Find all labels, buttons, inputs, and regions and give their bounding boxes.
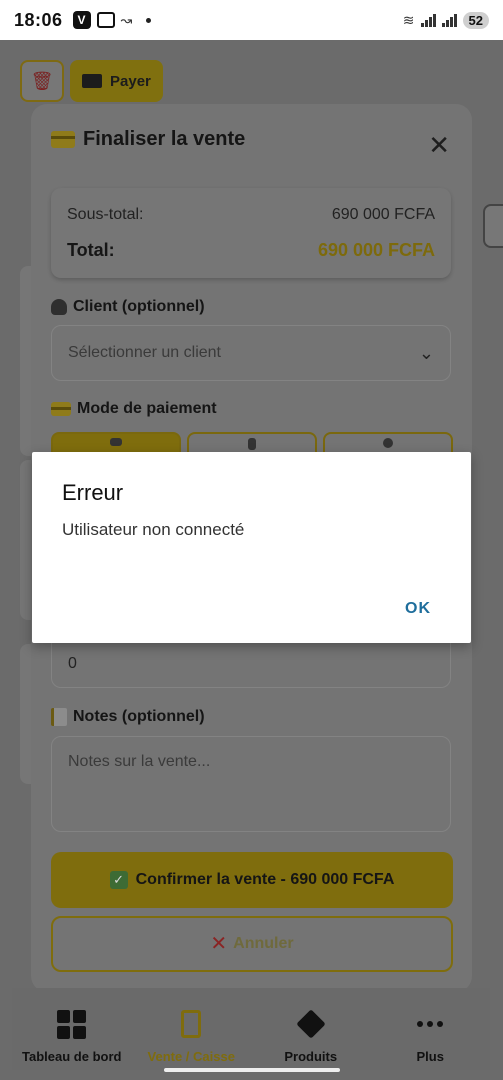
close-icon[interactable]: ✕ [428, 132, 450, 158]
client-select-placeholder: Sélectionner un client [68, 344, 221, 361]
client-section-label: Client (optionnel) [51, 298, 205, 316]
notification-dot-icon [146, 17, 152, 23]
status-bar: 18:06 V ↝ ≋ 52 [0, 0, 503, 40]
status-time: 18:06 [14, 9, 63, 30]
client-select[interactable]: Sélectionner un client ⌄ [51, 325, 451, 381]
home-indicator [164, 1068, 340, 1072]
nav-label: Vente / Caisse [147, 1049, 235, 1064]
cross-icon: ✕ [210, 933, 228, 955]
nav-label: Tableau de bord [22, 1049, 122, 1064]
credit-card-icon [51, 402, 71, 416]
nav-item-more[interactable]: Plus [371, 988, 491, 1070]
confirm-sale-label: Confirmer la vente - 690 000 FCFA [135, 871, 395, 888]
amount-input[interactable]: 0 [51, 640, 451, 688]
notes-label-text: Notes (optionnel) [73, 708, 205, 725]
confirm-sale-button[interactable]: ✓ Confirmer la vente - 690 000 FCFA [51, 852, 453, 908]
nav-item-sales[interactable]: Vente / Caisse [132, 988, 252, 1070]
status-notification-icons: V ↝ [72, 11, 152, 29]
nav-item-products[interactable]: Produits [251, 988, 371, 1070]
trash-button[interactable]: 🗑 [20, 60, 64, 102]
error-dialog: Erreur Utilisateur non connecté OK [32, 452, 471, 643]
trash-icon: 🗑 [30, 70, 54, 91]
wifi-icon: ≋ [402, 11, 415, 28]
notes-section-label: Notes (optionnel) [51, 708, 205, 726]
modal-title-text: Finaliser la vente [83, 128, 246, 150]
battery-indicator: 52 [462, 11, 489, 29]
nav-label: Produits [284, 1049, 338, 1064]
screenshot-icon [96, 12, 115, 28]
signal-icon-2 [441, 13, 457, 27]
cancel-label: Annuler [233, 935, 294, 952]
mobile-icon [248, 438, 256, 450]
check-icon: ✓ [109, 871, 128, 889]
notes-textarea[interactable]: Notes sur la vente... [51, 736, 451, 832]
subtotal-row: Sous-total: 690 000 FCFA [67, 206, 435, 224]
person-icon [51, 299, 67, 315]
nav-label: Plus [416, 1049, 444, 1064]
ok-button[interactable]: OK [405, 600, 431, 618]
modal-title: Finaliser la vente [51, 128, 245, 151]
pay-button-label: Payer [110, 72, 151, 90]
order-summary: Sous-total: 690 000 FCFA Total: 690 000 … [51, 188, 451, 278]
subtotal-label: Sous-total: [67, 206, 144, 223]
total-value: 690 000 FCFA [317, 240, 435, 260]
link-icon: ↝ [120, 11, 133, 28]
v-app-icon: V [72, 11, 91, 29]
payment-label-text: Mode de paiement [77, 400, 217, 417]
credit-card-icon [82, 74, 102, 88]
chevron-down-icon: ⌄ [418, 342, 434, 363]
cube-icon [296, 1009, 326, 1039]
dashboard-icon [57, 1009, 87, 1039]
bottom-navigation: Tableau de bord Vente / Caisse Produits … [12, 988, 490, 1070]
side-tab[interactable] [483, 204, 503, 248]
status-system-icons: ≋ 52 [402, 11, 489, 29]
subtotal-value: 690 000 FCFA [331, 206, 435, 223]
client-label-text: Client (optionnel) [73, 298, 205, 315]
calculator-icon [176, 1009, 206, 1039]
signal-icon [420, 13, 436, 27]
credit-card-icon [51, 131, 75, 148]
cash-icon [110, 438, 122, 446]
memo-icon [51, 708, 67, 726]
amount-input-value: 0 [68, 654, 77, 672]
dialog-message: Utilisateur non connecté [62, 520, 245, 539]
cart-toolbar: 🗑 Payer [20, 60, 163, 102]
dialog-title: Erreur [62, 480, 124, 505]
pay-button[interactable]: Payer [70, 60, 163, 102]
total-label: Total: [67, 240, 115, 260]
nav-item-dashboard[interactable]: Tableau de bord [12, 988, 132, 1070]
more-icon [415, 1009, 445, 1039]
notes-placeholder: Notes sur la vente... [68, 753, 211, 770]
payment-section-label: Mode de paiement [51, 400, 217, 418]
info-icon [383, 438, 393, 448]
cancel-button[interactable]: ✕ Annuler [51, 916, 453, 972]
total-row: Total: 690 000 FCFA [67, 240, 435, 261]
